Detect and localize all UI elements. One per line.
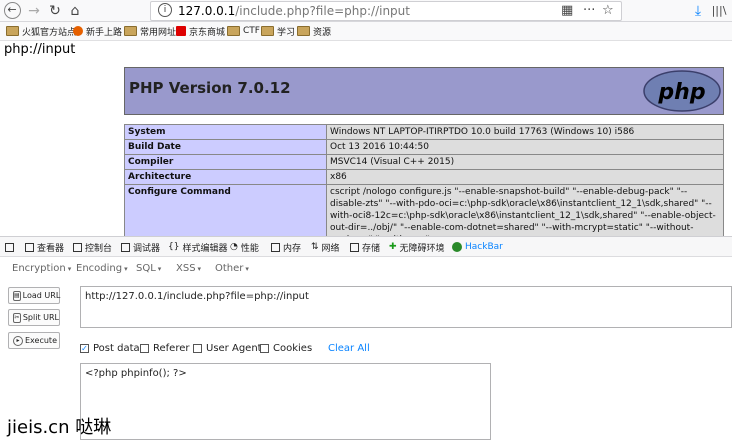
page-heading: php://input xyxy=(4,42,76,57)
tab-network[interactable]: ⇅ 网络 xyxy=(311,240,340,254)
url-textarea[interactable]: http://127.0.0.1/include.php?file=php://… xyxy=(80,286,732,328)
load-url-icon: ▤ xyxy=(13,290,21,301)
bookmark-item[interactable]: CTF xyxy=(227,24,260,38)
forward-arrow-icon: → xyxy=(28,2,40,19)
referer-checkbox[interactable]: Referer xyxy=(140,343,189,354)
bookmark-item[interactable]: 学习 xyxy=(261,24,295,38)
library-icon: |||\ xyxy=(711,4,727,17)
bookmark-item[interactable]: 新手上路 xyxy=(73,24,122,38)
split-url-icon: ✂ xyxy=(13,312,21,323)
clear-all-link[interactable]: Clear All xyxy=(328,343,370,354)
bookmark-item[interactable]: 火狐官方站点 xyxy=(6,24,76,38)
folder-icon xyxy=(227,26,240,36)
devtools-pick-element[interactable] xyxy=(5,240,14,254)
style-editor-icon: {} xyxy=(168,242,180,252)
folder-icon xyxy=(261,26,274,36)
folder-icon xyxy=(124,26,137,36)
download-icon: ⤓ xyxy=(694,2,702,19)
php-version-title: PHP Version 7.0.12 xyxy=(129,79,291,97)
tab-storage[interactable]: 存储 xyxy=(350,240,380,254)
pick-element-icon xyxy=(5,242,14,252)
folder-icon xyxy=(6,26,19,36)
qr-code-icon[interactable]: ▦ xyxy=(561,3,573,18)
hackbar-icon xyxy=(452,242,462,252)
user-agent-checkbox[interactable]: User Agent xyxy=(193,343,262,354)
library-button[interactable]: |||\ xyxy=(709,1,729,20)
folder-icon xyxy=(297,26,310,36)
console-icon xyxy=(73,242,82,252)
phpinfo-table: System Windows NT LAPTOP-ITIRPTDO 10.0 bu… xyxy=(124,124,724,248)
table-row: Compiler MSVC14 (Visual C++ 2015) xyxy=(124,154,724,170)
dropdown-caret-icon: ▾ xyxy=(197,265,202,273)
dropdown-caret-icon: ▾ xyxy=(124,265,128,273)
page-actions-icon[interactable]: ··· xyxy=(583,3,595,18)
table-row: Architecture x86 xyxy=(124,169,724,185)
php-logo-icon: php xyxy=(643,70,721,112)
back-arrow-icon: ← xyxy=(3,2,21,19)
load-url-button[interactable]: ▤ Load URL xyxy=(8,287,60,304)
dropdown-caret-icon: ▾ xyxy=(67,265,72,273)
memory-icon xyxy=(271,242,280,252)
post-data-textarea[interactable]: <?php phpinfo(); ?> xyxy=(80,363,491,440)
checkbox-icon xyxy=(193,344,202,353)
network-icon: ⇅ xyxy=(311,242,319,252)
tab-accessibility[interactable]: ✚ 无障碍环境 xyxy=(389,240,445,254)
tab-memory[interactable]: 内存 xyxy=(271,240,301,254)
tab-style-editor[interactable]: {} 样式编辑器 xyxy=(168,240,227,254)
tab-performance[interactable]: ◔ 性能 xyxy=(230,240,259,254)
table-row: System Windows NT LAPTOP-ITIRPTDO 10.0 bu… xyxy=(124,124,724,140)
tab-debugger[interactable]: 调试器 xyxy=(121,240,160,254)
tab-hackbar[interactable]: HackBar xyxy=(452,240,503,254)
menu-encoding[interactable]: Encoding ▾ xyxy=(76,263,128,274)
accessibility-icon: ✚ xyxy=(389,242,397,252)
jd-icon xyxy=(176,26,186,36)
menu-sql[interactable]: SQL ▾ xyxy=(136,263,161,274)
table-row: Build Date Oct 13 2016 10:44:50 xyxy=(124,139,724,155)
watermark-text: jieis.cn 哒琳 xyxy=(7,417,112,438)
navigation-bar: ← → ↻ ⌂ i 127.0.0.1/include.php?file=php… xyxy=(0,0,732,22)
execute-icon: ▸ xyxy=(13,335,23,346)
cookies-checkbox[interactable]: Cookies xyxy=(260,343,312,354)
home-icon: ⌂ xyxy=(70,2,80,19)
phpinfo-header: PHP Version 7.0.12 php xyxy=(124,67,724,115)
checkbox-icon xyxy=(140,344,149,353)
devtools-tabbar: 查看器 控制台 调试器 {} 样式编辑器 ◔ 性能 内存 ⇅ 网络 存储 ✚ 无障碍环境… xyxy=(0,236,732,257)
downloads-button[interactable]: ⤓ xyxy=(688,1,708,20)
reload-button[interactable]: ↻ xyxy=(45,1,65,20)
dropdown-caret-icon: ▾ xyxy=(157,265,162,273)
php-logo-text: php xyxy=(657,80,705,105)
back-button[interactable]: ← xyxy=(2,1,22,20)
menu-xss[interactable]: XSS ▾ xyxy=(176,263,201,274)
dropdown-caret-icon: ▾ xyxy=(245,265,249,273)
home-button[interactable]: ⌂ xyxy=(65,1,85,20)
url-host: 127.0.0.1 xyxy=(178,4,236,18)
reload-icon: ↻ xyxy=(49,2,61,19)
debugger-icon xyxy=(121,242,130,252)
menu-encryption[interactable]: Encryption ▾ xyxy=(12,263,71,274)
checkbox-icon xyxy=(260,344,269,353)
bookmark-item[interactable]: 资源 xyxy=(297,24,331,38)
execute-button[interactable]: ▸ Execute xyxy=(8,332,60,349)
storage-icon xyxy=(350,242,359,252)
url-text[interactable]: 127.0.0.1/include.php?file=php://input xyxy=(178,4,410,18)
url-path: /include.php?file=php://input xyxy=(235,4,410,18)
bookmark-item[interactable]: 常用网址 xyxy=(124,24,176,38)
forward-button[interactable]: → xyxy=(24,1,44,20)
tab-console[interactable]: 控制台 xyxy=(73,240,112,254)
bookmark-star-icon[interactable]: ☆ xyxy=(602,3,614,18)
firefox-icon xyxy=(73,26,83,36)
site-info-icon[interactable]: i xyxy=(158,3,172,17)
split-url-button[interactable]: ✂ Split URL xyxy=(8,309,60,326)
menu-other[interactable]: Other ▾ xyxy=(215,263,249,274)
address-bar[interactable]: i 127.0.0.1/include.php?file=php://input… xyxy=(150,1,622,21)
hackbar-menu: Encryption ▾ Encoding ▾ SQL ▾ XSS ▾ Other ▾ xyxy=(0,256,732,280)
tab-inspector[interactable]: 查看器 xyxy=(25,240,64,254)
inspector-icon xyxy=(25,242,34,252)
bookmark-item[interactable]: 京东商城 xyxy=(176,24,225,38)
bookmarks-toolbar: 火狐官方站点 新手上路 常用网址 京东商城 CTF 学习 资源 xyxy=(0,22,732,41)
checkbox-checked-icon: ✓ xyxy=(80,344,89,353)
post-data-checkbox[interactable]: ✓ Post data xyxy=(80,343,140,354)
performance-icon: ◔ xyxy=(230,242,238,252)
